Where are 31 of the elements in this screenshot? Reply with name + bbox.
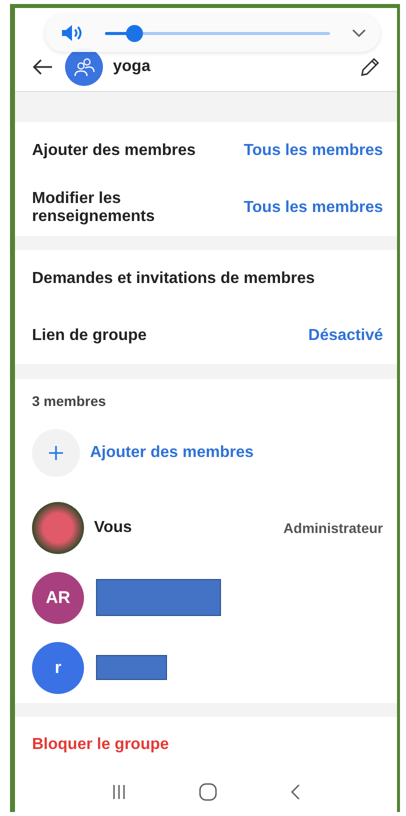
setting-value: Tous les membres xyxy=(244,198,383,217)
initials-avatar: AR xyxy=(32,572,84,624)
block-group-button[interactable]: Bloquer le groupe xyxy=(32,736,169,754)
setting-row[interactable]: Lien de groupe Désactivé xyxy=(32,307,383,364)
group-title: yoga xyxy=(113,58,152,76)
chevron-down-icon[interactable] xyxy=(352,28,366,38)
setting-row[interactable]: Modifier les renseignements Tous les membres xyxy=(32,179,383,236)
add-members-button[interactable]: Ajouter des membres xyxy=(32,424,383,481)
member-row[interactable]: Vous Administrateur xyxy=(32,492,383,563)
setting-label: Lien de groupe xyxy=(32,326,147,345)
setting-label: Modifier les renseignements xyxy=(32,190,156,226)
member-name: Vous xyxy=(94,518,133,537)
member-count: 3 membres xyxy=(32,392,107,409)
setting-label: Demandes et invitations de membres xyxy=(32,270,315,288)
home-icon[interactable] xyxy=(199,783,217,802)
setting-row[interactable]: Ajouter des membres Tous les membres xyxy=(32,122,383,180)
recent-apps-icon[interactable] xyxy=(111,784,127,800)
member-role: Administrateur xyxy=(283,520,383,536)
speaker-icon[interactable] xyxy=(61,24,83,42)
plus-icon xyxy=(49,446,63,460)
back-arrow-icon[interactable] xyxy=(33,59,53,75)
setting-value: Tous les membres xyxy=(244,142,383,160)
initials-avatar: r xyxy=(32,642,84,694)
back-icon[interactable] xyxy=(289,784,301,800)
member-row[interactable]: r xyxy=(32,632,383,703)
member-row[interactable]: AR xyxy=(32,562,383,633)
setting-label: Ajouter des membres xyxy=(32,142,196,160)
setting-row[interactable]: Demandes et invitations de membres xyxy=(32,250,383,308)
pencil-icon[interactable] xyxy=(359,56,381,78)
people-icon xyxy=(73,57,95,77)
setting-value: Désactivé xyxy=(308,326,383,345)
